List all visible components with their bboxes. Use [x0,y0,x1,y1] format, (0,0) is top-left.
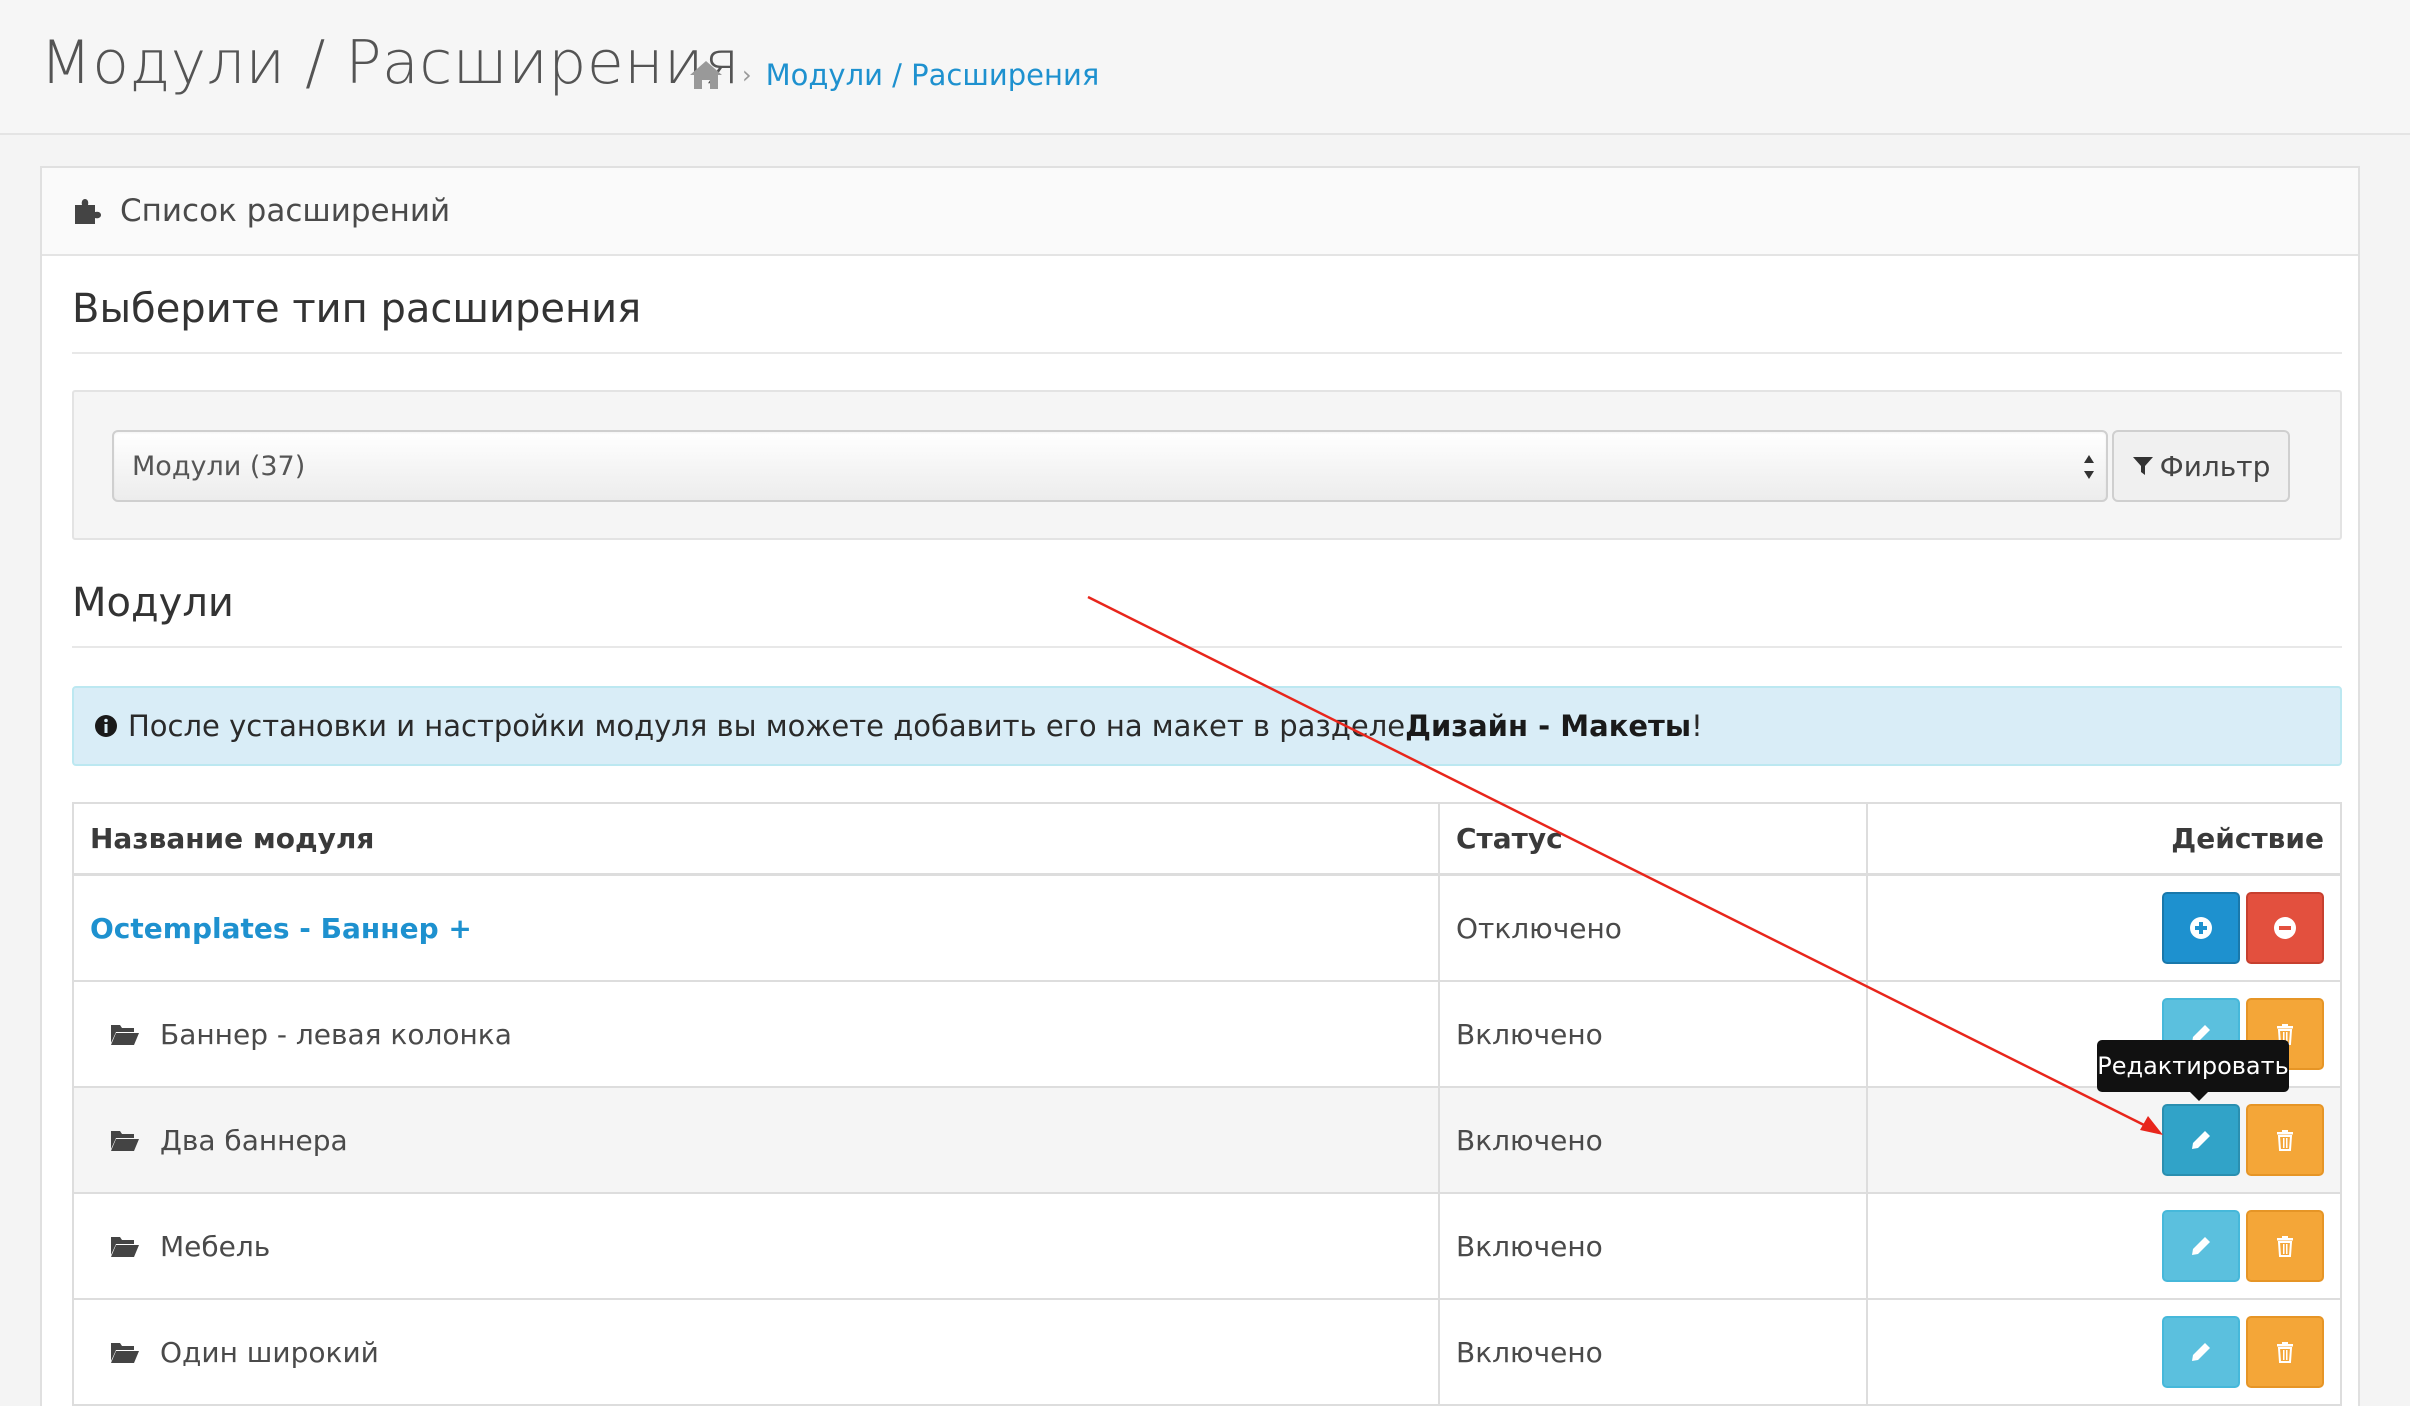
puzzle-icon [75,199,101,224]
folder-open-icon [111,1237,139,1257]
module-name-cell: Два баннера [74,1088,1440,1192]
module-name-cell: Octemplates - Баннер + [74,876,1440,980]
alert-design-layouts: Дизайн - Макеты [1405,709,1692,743]
edit-button[interactable] [2162,1210,2240,1282]
modules-table: Название модуля Статус Действие Octempla… [72,802,2342,1406]
column-header-status[interactable]: Статус [1440,804,1868,873]
breadcrumb-link-extensions[interactable]: Модули / Расширения [766,58,1100,92]
action-cell [1868,1300,2340,1404]
alert-text: После установки и настройки модуля вы мо… [128,709,1406,743]
module-status: Включено [1440,1194,1868,1298]
uninstall-button[interactable] [2246,892,2324,964]
module-name-link[interactable]: Octemplates - Баннер + [90,912,472,945]
divider [72,646,2342,648]
alert-text-end: ! [1691,709,1703,743]
table-header-row: Название модуля Статус Действие [74,804,2340,876]
choose-type-title: Выберите тип расширения [72,286,642,332]
breadcrumb-separator: › [742,61,752,89]
folder-open-icon [111,1131,139,1151]
delete-button[interactable] [2246,1104,2324,1176]
module-status: Включено [1440,1300,1868,1404]
module-name-cell: Баннер - левая колонка [74,982,1440,1086]
module-name-cell: Один широкий [74,1300,1440,1404]
module-name: Баннер - левая колонка [160,1017,512,1051]
pencil-icon [2192,1131,2210,1149]
breadcrumb: › Модули / Расширения [688,58,1099,92]
edit-button[interactable] [2162,1104,2240,1176]
table-row: Мебель Включено [74,1194,2340,1300]
module-name-cell: Мебель [74,1194,1440,1298]
extension-type-select[interactable]: Модули (37) [112,430,2108,502]
filter-button[interactable]: Фильтр [2112,430,2290,502]
select-arrows-icon [2084,455,2094,479]
filter-well: Модули (37) Фильтр [72,390,2342,540]
panel-heading-title: Список расширений [120,193,451,229]
filter-button-label: Фильтр [2159,449,2271,483]
action-cell [1868,1194,2340,1298]
action-cell [1868,1088,2340,1192]
column-header-action: Действие [2171,822,2324,855]
page-title: Модули / Расширения [40,28,741,98]
info-alert: После установки и настройки модуля вы мо… [72,686,2342,766]
panel-heading: Список расширений [42,168,2358,256]
tooltip-arrow [2189,1091,2209,1101]
install-button[interactable] [2162,892,2240,964]
edit-button[interactable] [2162,1316,2240,1388]
modules-title: Модули [72,580,234,626]
module-name: Два баннера [160,1123,348,1157]
divider [72,352,2342,354]
folder-open-icon [111,1025,139,1045]
home-icon[interactable] [688,59,724,91]
table-row: Octemplates - Баннер + Отключено [74,876,2340,982]
table-row: Баннер - левая колонка Включено [74,982,2340,1088]
action-cell [1868,876,2340,980]
pencil-icon [2192,1237,2210,1255]
trash-icon [2277,1236,2293,1257]
column-header-name[interactable]: Название модуля [74,804,1440,873]
pencil-icon [2192,1343,2210,1361]
minus-circle-icon [2274,917,2296,939]
module-name: Мебель [160,1229,271,1263]
extension-type-select-value: Модули (37) [132,450,306,482]
delete-button[interactable] [2246,1316,2324,1388]
folder-open-icon [111,1343,139,1363]
edit-tooltip: Редактировать [2097,1040,2289,1092]
delete-button[interactable] [2246,1210,2324,1282]
table-row: Два баннера Включено [74,1088,2340,1194]
trash-icon [2277,1130,2293,1151]
plus-circle-icon [2190,917,2212,939]
module-status: Включено [1440,982,1868,1086]
filter-icon [2132,457,2153,475]
trash-icon [2277,1342,2293,1363]
module-name: Один широкий [160,1335,379,1369]
info-icon [95,715,117,737]
module-status: Включено [1440,1088,1868,1192]
module-status: Отключено [1440,876,1868,980]
page-header: Модули / Расширения › Модули / Расширени… [0,0,2410,135]
table-row: Один широкий Включено [74,1300,2340,1406]
extensions-panel: Список расширений Выберите тип расширени… [40,166,2360,1406]
